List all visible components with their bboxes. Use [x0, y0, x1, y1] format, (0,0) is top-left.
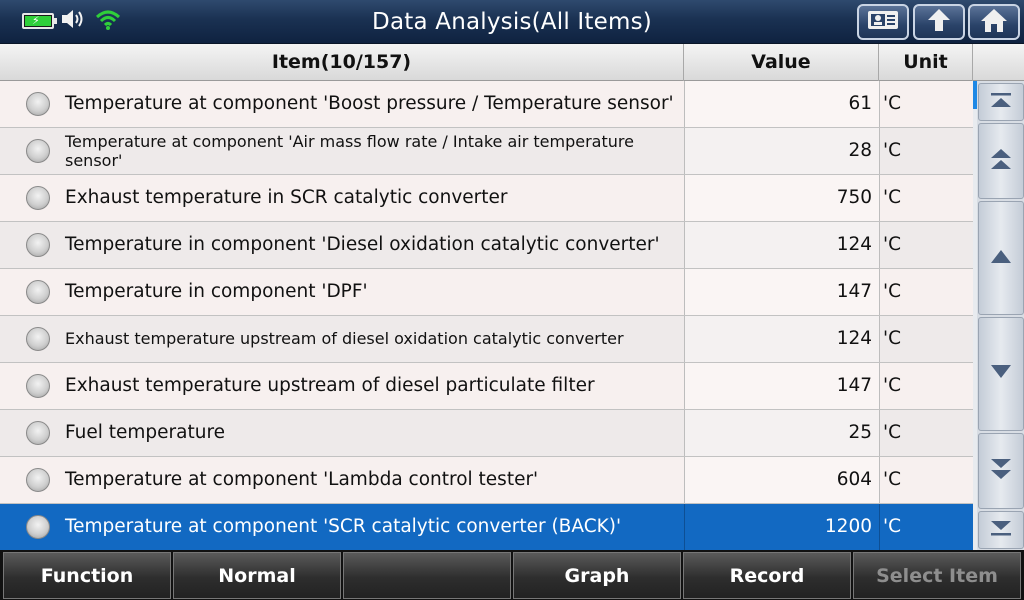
item-name: Exhaust temperature in SCR catalytic con…: [65, 186, 508, 208]
wifi-icon: [94, 7, 122, 35]
item-unit: 'C: [879, 81, 973, 127]
item-value: 1200: [684, 504, 879, 550]
table-row[interactable]: Temperature at component 'Lambda control…: [0, 457, 973, 504]
item-unit: 'C: [879, 316, 973, 362]
page-up-icon: [988, 146, 1014, 176]
table-row[interactable]: Temperature in component 'DPF' 147 'C: [0, 269, 973, 316]
line-down-icon: [988, 363, 1014, 385]
item-name: Temperature at component 'Air mass flow …: [65, 131, 634, 170]
table-header: Item(10/157) Value Unit: [0, 44, 1024, 81]
item-unit: 'C: [879, 410, 973, 456]
item-value: 28: [684, 128, 879, 174]
speaker-icon: [60, 7, 88, 35]
normal-button[interactable]: Normal: [173, 552, 341, 599]
function-bar: Function Normal Graph Record Select Item: [0, 550, 1024, 600]
row-radio[interactable]: [26, 515, 50, 539]
row-radio[interactable]: [26, 280, 50, 304]
item-name: Exhaust temperature upstream of diesel p…: [65, 374, 595, 396]
table-row[interactable]: Fuel temperature 25 'C: [0, 410, 973, 457]
page-down-button[interactable]: [978, 433, 1024, 509]
row-radio[interactable]: [26, 233, 50, 257]
table-row[interactable]: Temperature at component 'Boost pressure…: [0, 81, 973, 128]
table-row[interactable]: Exhaust temperature in SCR catalytic con…: [0, 175, 973, 222]
item-value: 61: [684, 81, 879, 127]
select-item-button[interactable]: Select Item: [853, 552, 1021, 599]
item-value: 25: [684, 410, 879, 456]
item-unit: 'C: [879, 269, 973, 315]
table-row[interactable]: Exhaust temperature upstream of diesel p…: [0, 363, 973, 410]
item-value: 147: [684, 363, 879, 409]
battery-charging-icon: ⚡: [22, 13, 57, 29]
item-value: 147: [684, 269, 879, 315]
home-button[interactable]: [968, 4, 1020, 40]
scrollbar[interactable]: [973, 81, 977, 550]
item-value: 604: [684, 457, 879, 503]
item-name: Fuel temperature: [65, 421, 226, 443]
table-row[interactable]: Exhaust temperature upstream of diesel o…: [0, 316, 973, 363]
page-down-icon: [988, 456, 1014, 486]
function-button[interactable]: Function: [3, 552, 171, 599]
item-name: Temperature at component 'Lambda control…: [65, 468, 539, 490]
item-value: 124: [684, 222, 879, 268]
table-row[interactable]: Temperature in component 'Diesel oxidati…: [0, 222, 973, 269]
item-value: 750: [684, 175, 879, 221]
line-down-button[interactable]: [978, 317, 1024, 431]
item-name: Temperature at component 'Boost pressure…: [65, 92, 674, 114]
scroll-panel: [973, 81, 1024, 550]
row-radio[interactable]: [26, 139, 50, 163]
page-up-button[interactable]: [978, 123, 1024, 199]
page-title: Data Analysis(All Items): [372, 9, 652, 35]
report-button[interactable]: [857, 4, 909, 40]
table-row[interactable]: Temperature at component 'Air mass flow …: [0, 128, 973, 175]
item-unit: 'C: [879, 175, 973, 221]
item-unit: 'C: [879, 128, 973, 174]
line-up-icon: [988, 247, 1014, 269]
item-name: Temperature in component 'Diesel oxidati…: [65, 233, 660, 255]
report-icon: [866, 8, 900, 36]
row-radio[interactable]: [26, 186, 50, 210]
back-button[interactable]: [913, 4, 965, 40]
back-arrow-icon: [923, 6, 955, 38]
line-up-button[interactable]: [978, 201, 1024, 315]
scroll-top-icon: [988, 90, 1014, 114]
scroll-bottom-button[interactable]: [978, 511, 1024, 549]
scrollbar-thumb[interactable]: [973, 81, 977, 109]
row-radio[interactable]: [26, 421, 50, 445]
row-radio[interactable]: [26, 327, 50, 351]
empty-button[interactable]: [343, 552, 511, 599]
column-header-item: Item(10/157): [0, 44, 684, 81]
item-name: Temperature at component 'SCR catalytic …: [65, 515, 622, 537]
row-radio[interactable]: [26, 92, 50, 116]
column-header-value: Value: [684, 44, 879, 81]
item-unit: 'C: [879, 222, 973, 268]
item-unit: 'C: [879, 457, 973, 503]
record-button[interactable]: Record: [683, 552, 851, 599]
item-unit: 'C: [879, 504, 973, 550]
item-value: 124: [684, 316, 879, 362]
column-header-unit: Unit: [879, 44, 973, 81]
graph-button[interactable]: Graph: [513, 552, 681, 599]
scroll-bottom-icon: [988, 518, 1014, 542]
status-icons: ⚡: [22, 8, 122, 34]
item-name: Temperature in component 'DPF': [65, 280, 368, 302]
table-row-selected[interactable]: Temperature at component 'SCR catalytic …: [0, 504, 973, 551]
row-radio[interactable]: [26, 374, 50, 398]
item-name: Exhaust temperature upstream of diesel o…: [65, 329, 624, 349]
scroll-top-button[interactable]: [978, 83, 1024, 121]
title-bar: ⚡ Data Analysis(All Items): [0, 0, 1024, 44]
home-icon: [978, 6, 1010, 38]
item-unit: 'C: [879, 363, 973, 409]
row-radio[interactable]: [26, 468, 50, 492]
data-list: Temperature at component 'Boost pressure…: [0, 81, 973, 551]
